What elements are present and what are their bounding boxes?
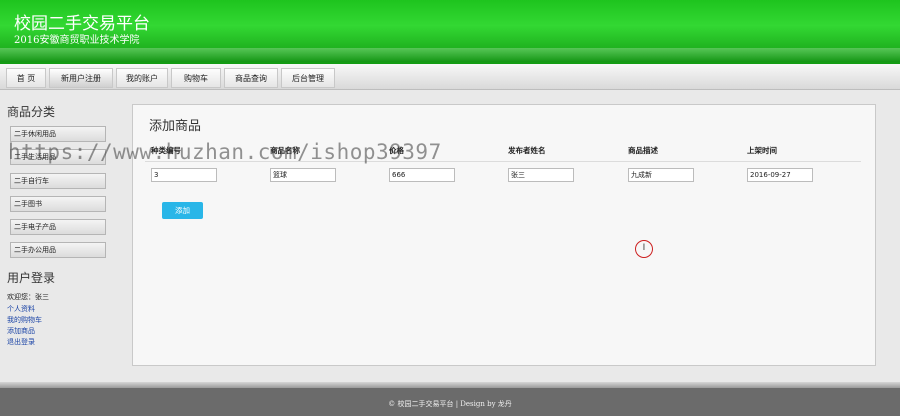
my-cart-link[interactable]: 我的购物车 (7, 315, 42, 325)
nav-register[interactable]: 新用户注册 (49, 68, 113, 88)
col-list-date: 上架时间 (747, 146, 777, 155)
logout-link[interactable]: 退出登录 (7, 337, 35, 347)
footer-text: © 校园二手交易平台 | Design by 龙丹 (388, 400, 512, 408)
category-bicycle[interactable]: 二手自行车 (10, 173, 106, 189)
nav-home[interactable]: 首 页 (6, 68, 46, 88)
category-id-field[interactable]: 3 (151, 168, 217, 182)
main-nav: 首 页 新用户注册 我的账户 购物车 商品查询 后台管理 (0, 64, 900, 90)
category-electronics[interactable]: 二手电子产品 (10, 219, 106, 235)
list-date-field[interactable]: 2016-09-27 (747, 168, 813, 182)
category-heading: 商品分类 (7, 105, 56, 119)
site-header: 校园二手交易平台 2016安徽商贸职业技术学院 (0, 0, 900, 64)
add-button[interactable]: 添加 (162, 202, 203, 219)
nav-admin[interactable]: 后台管理 (281, 68, 335, 88)
col-description: 商品描述 (628, 146, 658, 155)
category-books[interactable]: 二手图书 (10, 196, 106, 212)
login-heading: 用户登录 (7, 271, 56, 285)
category-office[interactable]: 二手办公用品 (10, 242, 106, 258)
welcome-text: 欢迎您：张三 (7, 293, 49, 301)
publisher-field[interactable]: 张三 (508, 168, 574, 182)
watermark: https://www.huzhan.com/ishop39397 (8, 140, 442, 164)
price-field[interactable]: 666 (389, 168, 455, 182)
nav-cart[interactable]: 购物车 (171, 68, 221, 88)
site-subtitle: 2016安徽商贸职业技术学院 (14, 35, 140, 46)
panel-title: 添加商品 (149, 119, 202, 134)
profile-link[interactable]: 个人资料 (7, 304, 35, 314)
cursor-icon: I (635, 240, 653, 258)
add-product-link[interactable]: 添加商品 (7, 326, 35, 336)
site-footer: © 校园二手交易平台 | Design by 龙丹 (0, 388, 900, 416)
product-name-field[interactable]: 篮球 (270, 168, 336, 182)
header-stripe (0, 48, 900, 62)
nav-product-search[interactable]: 商品查询 (224, 68, 278, 88)
col-publisher: 发布者姓名 (508, 146, 546, 155)
nav-my-account[interactable]: 我的账户 (116, 68, 168, 88)
description-field[interactable]: 九成新 (628, 168, 694, 182)
